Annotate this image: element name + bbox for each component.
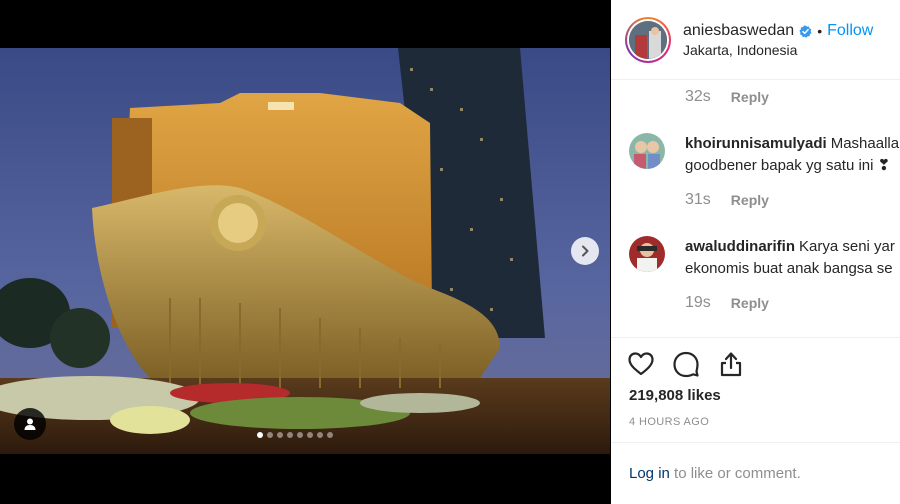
carousel-dot	[267, 432, 273, 438]
comment-text-line2: ekonomis buat anak bangsa se	[685, 260, 893, 277]
photo-illustration	[0, 48, 610, 454]
carousel-dot	[317, 432, 323, 438]
like-button[interactable]	[627, 350, 655, 378]
post-details-panel: aniesbaswedan • Follow Jakarta, Indonesi…	[611, 0, 900, 504]
user-tag-button[interactable]	[14, 408, 46, 440]
comment-text-line2: goodbener bapak yg satu ini ❣	[685, 157, 891, 174]
carousel-indicator	[257, 432, 333, 438]
comments-list: 32s Reply khoirunnisamulyadi Mashaalla g…	[611, 80, 900, 338]
carousel-dot	[257, 432, 263, 438]
commenter-avatar[interactable]	[629, 133, 665, 169]
dot-separator: •	[817, 23, 823, 39]
commenter-username[interactable]: khoirunnisamulyadi	[685, 135, 827, 152]
comment-button[interactable]	[672, 350, 700, 378]
reply-button[interactable]: Reply	[731, 192, 769, 208]
action-bar	[627, 350, 745, 378]
comment-time[interactable]: 32s	[685, 88, 711, 106]
comment-meta: 19s Reply	[685, 294, 769, 312]
author-row: aniesbaswedan • Follow	[683, 22, 873, 40]
share-button[interactable]	[717, 350, 745, 378]
login-prompt: Log in to like or comment.	[611, 442, 900, 504]
comment-meta: 32s Reply	[685, 88, 769, 106]
instagram-post-modal: aniesbaswedan • Follow Jakarta, Indonesi…	[0, 0, 900, 504]
likes-count[interactable]: 219,808 likes	[629, 387, 721, 404]
author-avatar[interactable]	[625, 17, 671, 63]
avatar-photo	[629, 133, 665, 169]
verified-badge-icon	[799, 24, 812, 38]
carousel-dot	[307, 432, 313, 438]
media-viewer	[0, 0, 610, 504]
carousel-dot	[297, 432, 303, 438]
commenter-username[interactable]: awaluddinarifin	[685, 238, 795, 255]
post-actions-section: 219,808 likes 4 HOURS AGO	[611, 337, 900, 442]
commenter-avatar[interactable]	[629, 236, 665, 272]
reply-button[interactable]: Reply	[731, 295, 769, 311]
login-prompt-rest: to like or comment.	[669, 465, 801, 482]
comment-time[interactable]: 19s	[685, 294, 711, 312]
post-header: aniesbaswedan • Follow Jakarta, Indonesi…	[611, 0, 900, 80]
comment-line: awaluddinarifin Karya seni yar	[685, 236, 900, 258]
carousel-next-button[interactable]	[571, 237, 599, 265]
login-link[interactable]: Log in	[629, 465, 670, 482]
comment-text: Karya seni yar	[799, 238, 895, 255]
carousel-dot	[277, 432, 283, 438]
login-prompt-text: Log in to like or comment.	[629, 465, 801, 482]
user-tag-icon	[24, 418, 36, 430]
comment-text: Mashaalla	[830, 135, 900, 152]
reply-button[interactable]: Reply	[731, 89, 769, 105]
heart-icon	[628, 352, 654, 376]
post-location[interactable]: Jakarta, Indonesia	[683, 42, 797, 58]
comment-line: khoirunnisamulyadi Mashaalla	[685, 133, 900, 155]
carousel-dot	[327, 432, 333, 438]
chevron-right-icon	[582, 245, 589, 257]
comment-meta: 31s Reply	[685, 191, 769, 209]
follow-button[interactable]: Follow	[827, 22, 873, 40]
comment-icon	[673, 351, 699, 378]
avatar-photo	[629, 236, 665, 272]
post-timestamp[interactable]: 4 HOURS AGO	[629, 416, 709, 428]
post-photo[interactable]	[0, 48, 610, 454]
author-username[interactable]: aniesbaswedan	[683, 22, 794, 40]
carousel-dot	[287, 432, 293, 438]
share-icon	[720, 352, 742, 377]
comment-time[interactable]: 31s	[685, 191, 711, 209]
avatar-photo	[629, 21, 667, 59]
